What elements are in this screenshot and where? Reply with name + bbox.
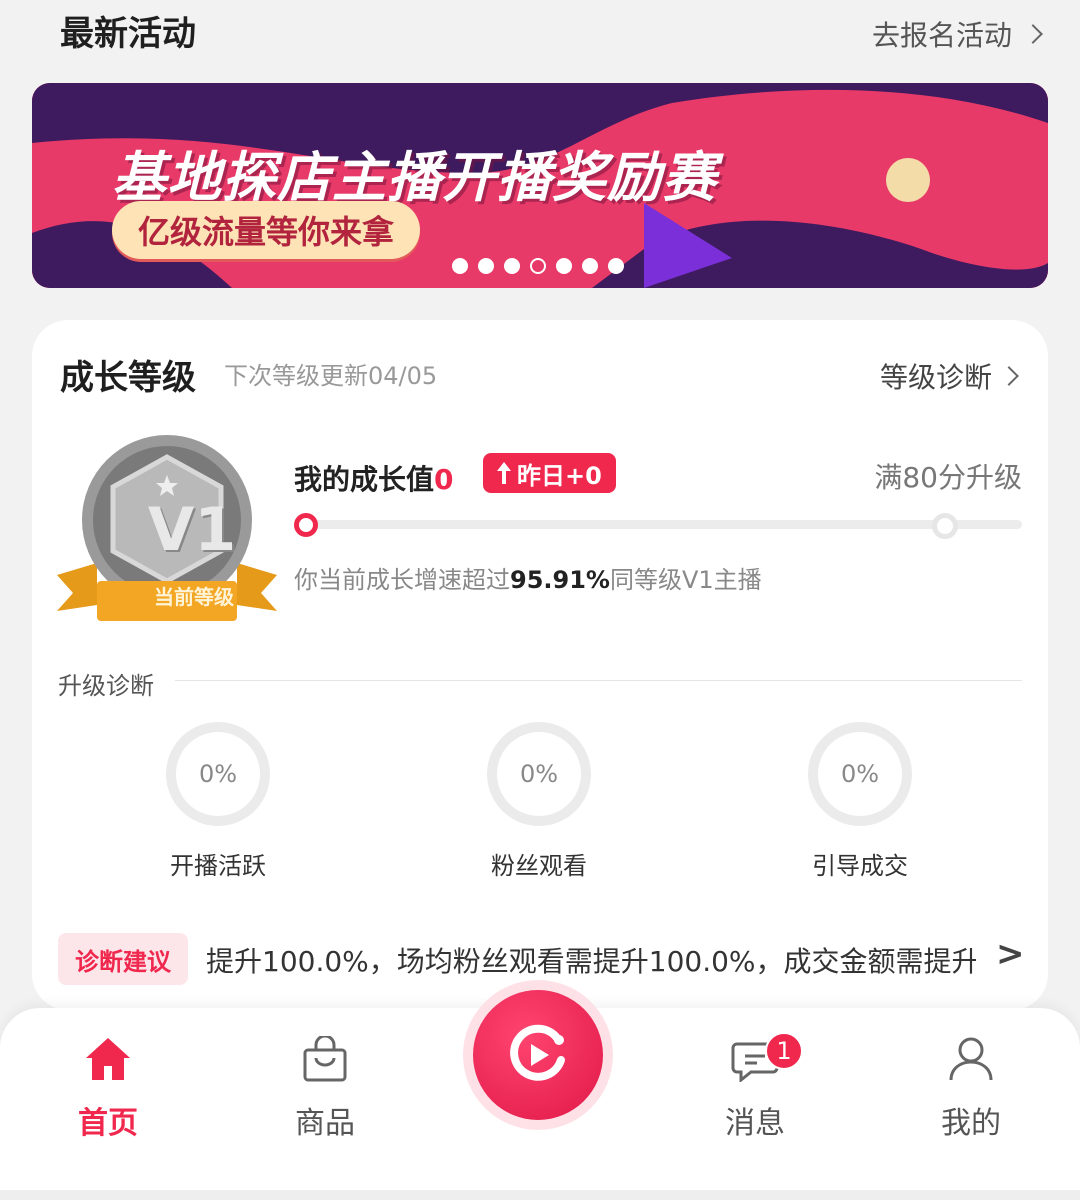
badge-level-text: V1 <box>147 495 237 565</box>
pagination-dot-active[interactable] <box>530 258 546 274</box>
level-diagnose-link[interactable]: 等级诊断 <box>879 356 1019 396</box>
tab-me-label: 我的 <box>941 1106 1001 1141</box>
growth-progress-bar <box>296 520 1022 529</box>
speed-prefix: 你当前成长增速超过 <box>294 566 510 594</box>
level-badge: V1 当前等级 <box>57 435 277 635</box>
diagnosis-advice-text: 提升100.0%，场均粉丝观看需提升100.0%，成交金额需提升 <box>206 945 976 978</box>
progress-target-marker <box>932 513 958 539</box>
growth-value-number: 0 <box>434 463 454 496</box>
pagination-dot[interactable] <box>556 258 572 274</box>
metric-label-guided-deals: 引导成交 <box>812 852 908 880</box>
metric-label-live-activity: 开播活跃 <box>170 852 266 880</box>
upgrade-requirement: 满80分升级 <box>874 461 1022 494</box>
metric-ring-guided-deals[interactable]: 0% <box>808 722 912 826</box>
growth-value-label: 我的成长值0 <box>294 458 454 498</box>
metric-value: 0% <box>840 760 880 788</box>
unread-count-badge: 1 <box>765 1032 803 1070</box>
yesterday-change-text: 昨日+0 <box>517 461 602 490</box>
pagination-dot[interactable] <box>452 258 468 274</box>
speed-percent: 95.91% <box>510 566 610 594</box>
metric-ring-fan-views[interactable]: 0% <box>487 722 591 826</box>
yesterday-change-badge: 昨日+0 <box>483 453 616 493</box>
tab-products[interactable]: 商品 <box>260 1036 390 1146</box>
banner-pagination[interactable] <box>452 258 624 274</box>
pagination-dot[interactable] <box>582 258 598 274</box>
pagination-dot[interactable] <box>504 258 520 274</box>
speed-suffix: 同等级V1主播 <box>609 566 762 594</box>
current-level-label: 当前等级 <box>154 585 234 609</box>
tab-home[interactable]: 首页 <box>43 1036 173 1146</box>
user-profile-icon <box>949 1037 993 1081</box>
start-live-button[interactable] <box>463 980 613 1130</box>
chevron-right-icon <box>1023 24 1043 44</box>
next-update-text: 下次等级更新04/05 <box>224 362 438 390</box>
advice-more-arrow[interactable]: > <box>996 934 1025 974</box>
activities-title: 最新活动 <box>60 14 196 54</box>
metric-ring-live-activity[interactable]: 0% <box>166 722 270 826</box>
metric-value: 0% <box>198 760 238 788</box>
chevron-right-icon <box>999 366 1019 386</box>
metric-value: 0% <box>519 760 559 788</box>
tab-home-label: 首页 <box>78 1106 138 1141</box>
arrow-up-icon <box>497 462 511 484</box>
diagnosis-advice-tag: 诊断建议 <box>58 933 188 985</box>
signup-activity-label: 去报名活动 <box>871 19 1012 52</box>
growth-level-card: 成长等级 下次等级更新04/05 等级诊断 V1 当前等级 我的成长值0 昨日+… <box>32 320 1048 1010</box>
home-icon <box>86 1038 130 1080</box>
tab-products-label: 商品 <box>295 1106 355 1141</box>
level-diagnose-label: 等级诊断 <box>879 361 992 394</box>
divider <box>175 680 1022 681</box>
tab-messages[interactable]: 1 消息 <box>690 1032 820 1146</box>
tab-me[interactable]: 我的 <box>906 1036 1036 1146</box>
activity-banner[interactable]: 基地探店主播开播奖励赛 亿级流量等你来拿 <box>32 83 1048 288</box>
progress-current-marker <box>294 513 318 537</box>
start-live-inner <box>473 990 603 1120</box>
live-play-icon <box>510 1024 565 1081</box>
pagination-dot[interactable] <box>478 258 494 274</box>
growth-speed-text: 你当前成长增速超过95.91%同等级V1主播 <box>294 560 762 595</box>
growth-value-title: 我的成长值 <box>294 463 435 496</box>
activities-header: 最新活动 去报名活动 <box>0 0 1080 70</box>
growth-level-title: 成长等级 <box>60 358 196 398</box>
shopping-bag-icon <box>303 1036 347 1082</box>
signup-activity-link[interactable]: 去报名活动 <box>871 14 1043 54</box>
tab-messages-label: 消息 <box>725 1106 785 1141</box>
system-nav-strip <box>0 1190 1080 1200</box>
metric-label-fan-views: 粉丝观看 <box>491 852 587 880</box>
pagination-dot[interactable] <box>608 258 624 274</box>
upgrade-diagnosis-title: 升级诊断 <box>58 672 154 700</box>
banner-subtitle-pill: 亿级流量等你来拿 <box>112 201 421 259</box>
